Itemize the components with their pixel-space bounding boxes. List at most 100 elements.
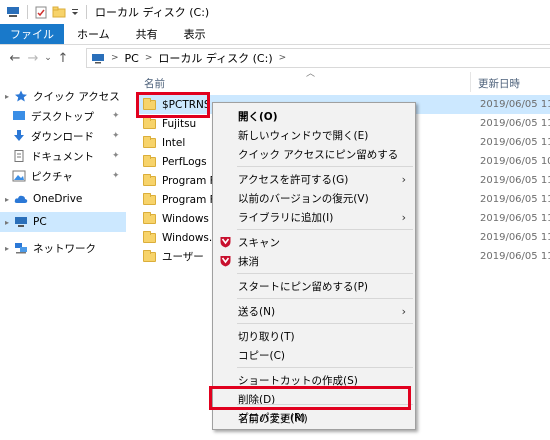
folder-icon	[143, 97, 156, 110]
sort-ascending-icon: ︿	[306, 69, 316, 79]
sidebar-item-label: PC	[33, 216, 47, 228]
pc-icon	[92, 53, 104, 63]
shield-icon	[220, 237, 231, 248]
menu-item-delete[interactable]: 削除(D)	[213, 390, 415, 409]
menu-separator	[237, 367, 413, 368]
network-icon	[15, 243, 27, 254]
column-divider[interactable]	[470, 72, 471, 92]
chevron-right-icon[interactable]: >	[279, 53, 287, 63]
menu-separator	[237, 273, 413, 274]
folder-icon	[143, 116, 156, 129]
sidebar-item-label: ドキュメント	[31, 150, 94, 163]
file-date: 2019/06/05 10:56	[480, 156, 550, 167]
pin-icon[interactable]: ✦	[112, 151, 120, 161]
sidebar-item-label: ダウンロード	[31, 130, 94, 143]
menu-item-open[interactable]: 開く(O)	[213, 107, 415, 126]
menu-item-shred[interactable]: 抹消	[213, 252, 415, 271]
folder-icon	[143, 211, 156, 224]
file-date: 2019/06/05 11:12	[480, 213, 550, 224]
sidebar-item-onedrive[interactable]: ▸ OneDrive	[0, 189, 82, 209]
pin-icon[interactable]: ✦	[112, 131, 120, 141]
tab-home[interactable]: ホーム	[64, 24, 123, 44]
file-date: 2019/06/05 11:44	[480, 175, 550, 186]
quick-access-toolbar	[0, 5, 89, 19]
file-date: 2019/06/05 11:44	[480, 194, 550, 205]
menu-item-label: ライブラリに追加(I)	[238, 212, 334, 224]
window-title: ローカル ディスク (C:)	[95, 6, 210, 19]
chevron-right-icon[interactable]: >	[111, 53, 119, 63]
menu-separator	[237, 229, 413, 230]
divider	[27, 5, 28, 19]
menu-separator	[237, 404, 413, 405]
sidebar-item-pc[interactable]: ▸ PC	[0, 212, 126, 232]
download-icon	[14, 130, 24, 141]
menu-item-add-to-library[interactable]: ライブラリに追加(I) ›	[213, 208, 415, 227]
sidebar-item-downloads[interactable]: ダウンロード ✦	[12, 126, 120, 146]
pc-icon	[15, 217, 27, 227]
menu-item-send-to[interactable]: 送る(N) ›	[213, 302, 415, 321]
sidebar-item-label: OneDrive	[33, 193, 83, 205]
navigation-bar: ← → ⌄ ↑ > PC > ローカル ディスク (C:) >	[0, 46, 550, 70]
sidebar-item-documents[interactable]: ドキュメント ✦	[12, 146, 120, 166]
pin-icon[interactable]: ✦	[112, 171, 120, 181]
properties-icon[interactable]	[35, 6, 47, 19]
expand-arrow-icon[interactable]: ▸	[0, 92, 14, 101]
new-folder-icon[interactable]	[52, 6, 66, 18]
menu-item-label: 送る(N)	[238, 306, 276, 318]
file-date: 2019/06/05 11:10	[480, 118, 550, 129]
pin-icon[interactable]: ✦	[112, 111, 120, 121]
chevron-right-icon[interactable]: >	[145, 53, 153, 63]
shield-icon	[220, 256, 231, 267]
breadcrumb-pc[interactable]: PC	[125, 52, 139, 65]
submenu-arrow-icon: ›	[401, 173, 406, 186]
address-bar[interactable]: > PC > ローカル ディスク (C:) >	[86, 48, 550, 68]
folder-icon	[143, 230, 156, 243]
context-menu: 開く(O) 新しいウィンドウで開く(E) クイック アクセスにピン留めする アク…	[212, 102, 416, 430]
menu-item-cut[interactable]: 切り取り(T)	[213, 327, 415, 346]
menu-separator	[237, 298, 413, 299]
file-date: 2019/06/05 11:33	[480, 251, 550, 262]
menu-item-properties[interactable]: プロパティ(R)	[213, 408, 415, 427]
tab-view[interactable]: 表示	[171, 24, 219, 44]
title-bar: ローカル ディスク (C:)	[0, 0, 550, 24]
menu-item-label: スキャン	[238, 237, 280, 249]
menu-item-label: アクセスを許可する(G)	[238, 174, 349, 186]
menu-item-pin-start[interactable]: スタートにピン留めする(P)	[213, 277, 415, 296]
expand-arrow-icon[interactable]: ▸	[0, 195, 14, 204]
tab-file[interactable]: ファイル	[0, 24, 64, 44]
file-date: 2019/06/05 11:10	[480, 232, 550, 243]
submenu-arrow-icon: ›	[401, 211, 406, 224]
forward-arrow-icon[interactable]: →	[24, 51, 42, 66]
menu-item-scan[interactable]: スキャン	[213, 233, 415, 252]
folder-icon	[143, 154, 156, 167]
menu-item-copy[interactable]: コピー(C)	[213, 346, 415, 365]
menu-item-open-new-window[interactable]: 新しいウィンドウで開く(E)	[213, 126, 415, 145]
up-arrow-icon[interactable]: ↑	[54, 51, 72, 66]
file-date: 2019/06/05 11:09	[480, 137, 550, 148]
sidebar-item-desktop[interactable]: デスクトップ ✦	[12, 106, 120, 126]
sidebar-item-label: ネットワーク	[33, 242, 96, 255]
expand-arrow-icon[interactable]: ▸	[0, 218, 14, 227]
sidebar-item-pictures[interactable]: ピクチャ ✦	[12, 166, 120, 186]
folder-icon	[143, 249, 156, 262]
menu-separator	[237, 166, 413, 167]
menu-item-pin-quick-access[interactable]: クイック アクセスにピン留めする	[213, 145, 415, 164]
sidebar-item-network[interactable]: ▸ ネットワーク	[0, 238, 96, 258]
tab-share[interactable]: 共有	[123, 24, 171, 44]
submenu-arrow-icon: ›	[401, 305, 406, 318]
back-arrow-icon[interactable]: ←	[6, 51, 24, 66]
column-header-name[interactable]: 名前	[144, 76, 165, 91]
recent-locations-icon[interactable]: ⌄	[42, 53, 54, 63]
sidebar-item-label: デスクトップ	[31, 110, 94, 123]
sidebar-item-label: ピクチャ	[31, 170, 73, 183]
sidebar-item-quick-access[interactable]: ▸ クイック アクセス	[0, 86, 120, 106]
breadcrumb-local-disk[interactable]: ローカル ディスク (C:)	[158, 50, 272, 66]
customize-toolbar-icon[interactable]	[71, 7, 79, 17]
menu-item-create-shortcut[interactable]: ショートカットの作成(S)	[213, 371, 415, 390]
menu-item-give-access[interactable]: アクセスを許可する(G) ›	[213, 170, 415, 189]
desktop-icon	[13, 111, 25, 120]
column-header-date[interactable]: 更新日時	[478, 76, 520, 91]
pictures-icon	[12, 170, 26, 182]
expand-arrow-icon[interactable]: ▸	[0, 244, 14, 253]
menu-item-restore-versions[interactable]: 以前のバージョンの復元(V)	[213, 189, 415, 208]
